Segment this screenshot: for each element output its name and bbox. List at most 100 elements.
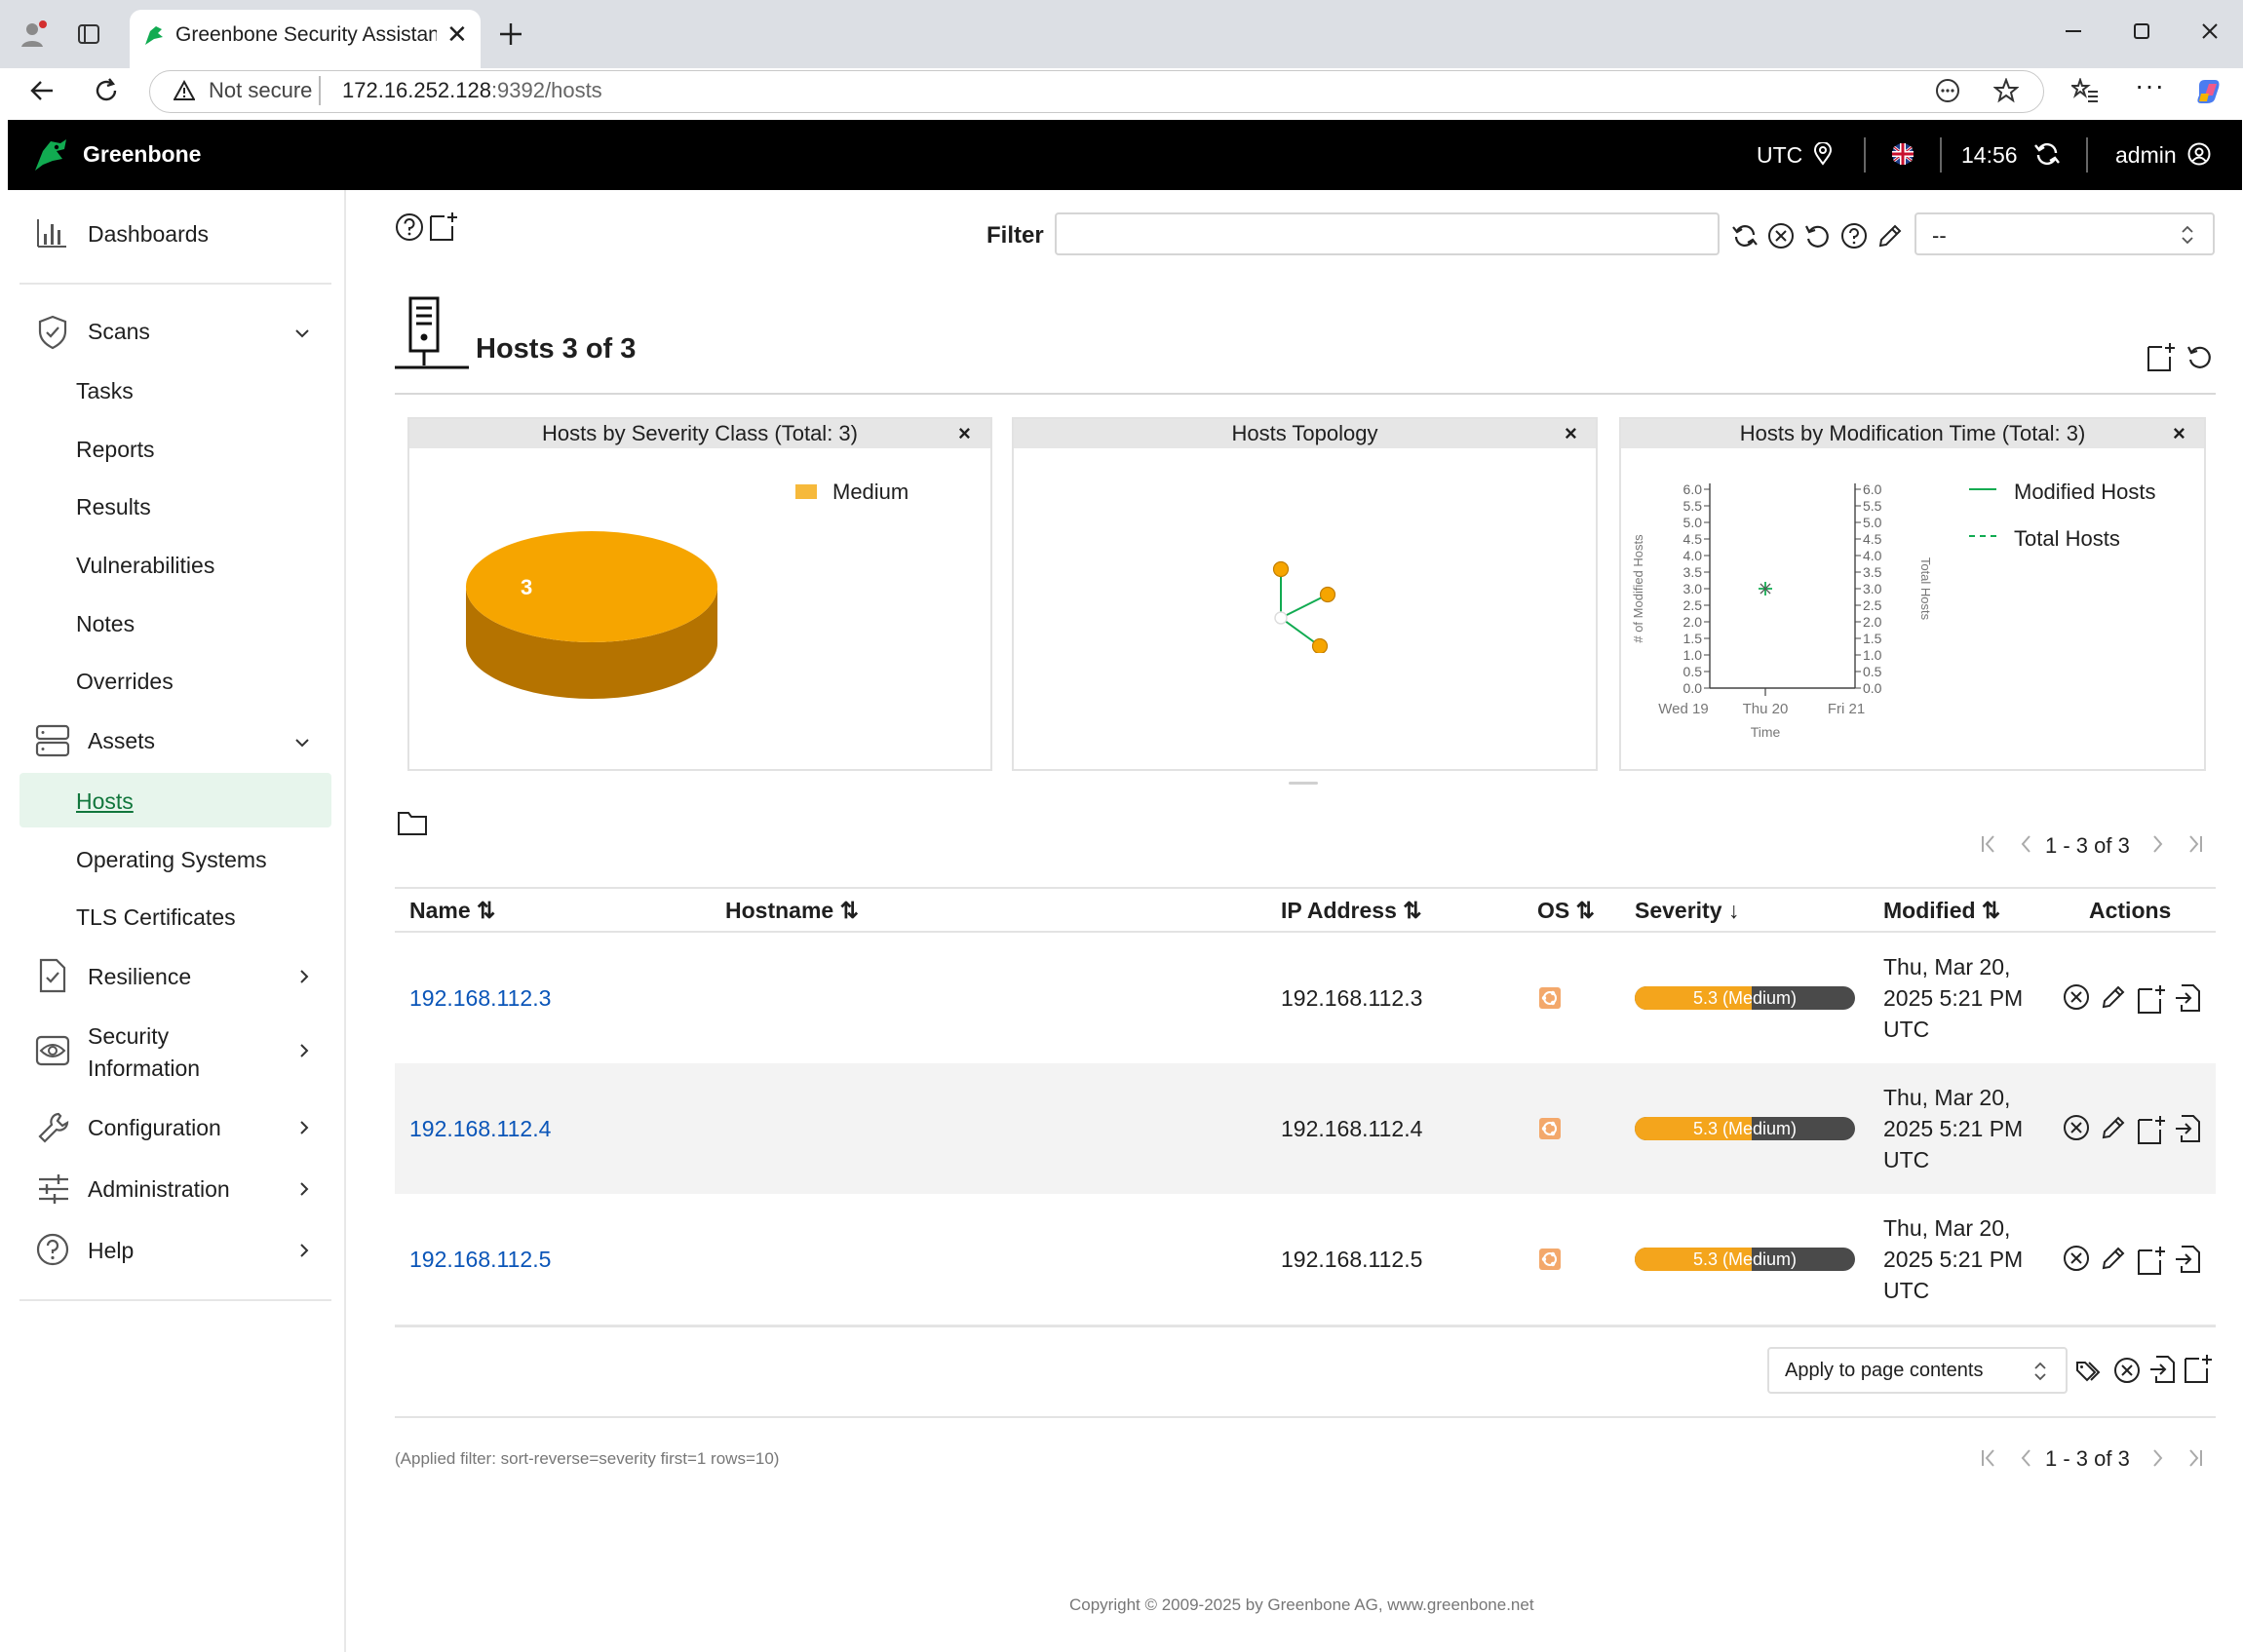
previous-page-icon[interactable] — [2018, 1446, 2033, 1470]
sort-icon[interactable]: ⇅ — [1397, 898, 1421, 923]
export-icon[interactable] — [2174, 1245, 2201, 1274]
user-avatar-icon[interactable] — [2187, 142, 2211, 166]
host-name-link[interactable]: 192.168.112.3 — [409, 985, 551, 1012]
browser-menu-icon[interactable]: ··· — [2135, 70, 2165, 101]
language-flag-icon[interactable] — [1891, 142, 1914, 166]
next-page-icon[interactable] — [2150, 832, 2166, 856]
profile-icon[interactable] — [19, 19, 49, 49]
close-tab-icon[interactable]: ✕ — [446, 19, 468, 50]
edit-filter-icon[interactable] — [1876, 222, 1904, 250]
reset-dashboard-icon[interactable] — [2185, 343, 2213, 370]
first-page-icon[interactable] — [1979, 832, 1998, 856]
topology-graph[interactable] — [1263, 556, 1341, 653]
create-target-icon[interactable] — [2137, 983, 2166, 1015]
sidebar-item-configuration[interactable]: Configuration — [88, 1115, 221, 1141]
create-target-icon[interactable] — [2137, 1114, 2166, 1145]
sidebar-item-security-information[interactable]: Security Information — [88, 1023, 200, 1082]
export-icon[interactable] — [2174, 1114, 2201, 1143]
chevron-right-icon[interactable] — [294, 967, 314, 986]
reset-filter-icon[interactable] — [1803, 222, 1831, 250]
column-header-os[interactable]: OS ⇅ — [1537, 898, 1595, 924]
new-dashboard-display-icon[interactable] — [2146, 341, 2176, 372]
sort-icon[interactable]: ⇅ — [1569, 898, 1595, 923]
last-page-icon[interactable] — [2185, 832, 2205, 856]
sidebar-item-administration[interactable]: Administration — [88, 1176, 230, 1203]
sidebar-item-tasks[interactable]: Tasks — [76, 378, 134, 404]
brand-name[interactable]: Greenbone — [83, 141, 201, 168]
column-header-modified[interactable]: Modified ⇅ — [1883, 898, 2000, 924]
close-icon[interactable]: × — [1565, 419, 1577, 448]
edit-icon[interactable] — [2100, 983, 2127, 1011]
delete-icon[interactable] — [2063, 983, 2090, 1011]
sidebar-item-tls-certificates[interactable]: TLS Certificates — [76, 904, 236, 931]
sidebar-item-reports[interactable]: Reports — [76, 437, 155, 463]
sidebar-item-help[interactable]: Help — [88, 1238, 134, 1264]
tags-icon[interactable] — [2075, 1357, 2105, 1384]
severity-chart-title[interactable]: Hosts by Severity Class (Total: 3) — [409, 419, 990, 448]
favorite-star-icon[interactable] — [1993, 78, 2019, 103]
sidebar-item-assets[interactable]: Assets — [88, 728, 155, 754]
filter-input[interactable] — [1055, 212, 1720, 255]
close-window-icon[interactable] — [2198, 19, 2222, 43]
next-page-icon[interactable] — [2150, 1446, 2166, 1470]
new-host-icon[interactable] — [429, 211, 458, 242]
favorites-list-icon[interactable] — [2071, 78, 2099, 103]
warning-icon[interactable] — [174, 80, 195, 101]
modtime-chart-title[interactable]: Hosts by Modification Time (Total: 3) — [1621, 419, 2204, 448]
sidebar-item-results[interactable]: Results — [76, 494, 151, 520]
sidebar-item-dashboards[interactable]: Dashboards — [88, 221, 209, 248]
page-options-icon[interactable] — [1935, 78, 1960, 103]
bulk-action-select[interactable]: Apply to page contents — [1767, 1347, 2068, 1394]
sort-desc-icon[interactable]: ↓ — [1722, 898, 1740, 923]
delete-all-icon[interactable] — [2113, 1357, 2141, 1384]
sort-icon[interactable]: ⇅ — [471, 898, 495, 923]
column-header-severity[interactable]: Severity ↓ — [1635, 898, 1739, 924]
url-text[interactable]: 172.16.252.128:9392/hosts — [342, 78, 602, 103]
sidebar-item-hosts[interactable]: Hosts — [76, 788, 134, 815]
renew-session-icon[interactable] — [2033, 140, 2061, 168]
create-target-icon[interactable] — [2137, 1245, 2166, 1276]
last-page-icon[interactable] — [2185, 1446, 2205, 1470]
chevron-right-icon[interactable] — [294, 1041, 314, 1060]
column-header-hostname[interactable]: Hostname ⇅ — [725, 898, 859, 924]
previous-page-icon[interactable] — [2018, 832, 2033, 856]
filter-help-icon[interactable] — [1840, 222, 1868, 250]
export-icon[interactable] — [2174, 983, 2201, 1013]
sidebar-item-overrides[interactable]: Overrides — [76, 669, 174, 695]
remove-filter-icon[interactable] — [1767, 222, 1795, 250]
chevron-right-icon[interactable] — [294, 1241, 314, 1260]
edit-icon[interactable] — [2100, 1245, 2127, 1272]
new-tab-icon[interactable] — [496, 19, 525, 49]
sidebar-item-notes[interactable]: Notes — [76, 611, 135, 637]
host-name-link[interactable]: 192.168.112.5 — [409, 1247, 551, 1273]
column-header-ip[interactable]: IP Address ⇅ — [1281, 898, 1422, 924]
sort-icon[interactable]: ⇅ — [1976, 898, 2000, 923]
resize-handle[interactable] — [1289, 782, 1318, 785]
help-icon[interactable] — [395, 212, 424, 242]
sort-icon[interactable]: ⇅ — [833, 898, 859, 923]
topology-chart-title[interactable]: Hosts Topology — [1014, 419, 1596, 448]
sidebar-item-operating-systems[interactable]: Operating Systems — [76, 847, 267, 873]
refresh-filter-icon[interactable] — [1731, 222, 1759, 250]
delete-icon[interactable] — [2063, 1114, 2090, 1141]
folder-icon[interactable] — [397, 809, 428, 836]
sidebar-item-vulnerabilities[interactable]: Vulnerabilities — [76, 553, 214, 579]
greenbone-logo-icon[interactable] — [31, 135, 70, 174]
delete-icon[interactable] — [2063, 1245, 2090, 1272]
back-icon[interactable] — [27, 76, 57, 105]
column-header-name[interactable]: Name ⇅ — [409, 898, 495, 924]
chevron-down-icon[interactable] — [292, 733, 312, 752]
close-icon[interactable]: × — [958, 419, 971, 448]
chevron-right-icon[interactable] — [294, 1179, 314, 1199]
chevron-down-icon[interactable] — [292, 324, 312, 343]
export-all-icon[interactable] — [2148, 1355, 2176, 1384]
close-icon[interactable]: × — [2173, 419, 2185, 448]
tab-actions-icon[interactable] — [76, 21, 101, 47]
os-ubuntu-icon[interactable] — [1538, 986, 1562, 1010]
minimize-window-icon[interactable] — [2062, 19, 2085, 43]
filter-select[interactable]: -- — [1914, 212, 2215, 255]
not-secure-label[interactable]: Not secure — [209, 78, 312, 103]
user-name[interactable]: admin — [2115, 142, 2177, 169]
chevron-right-icon[interactable] — [294, 1118, 314, 1137]
os-ubuntu-icon[interactable] — [1538, 1117, 1562, 1140]
